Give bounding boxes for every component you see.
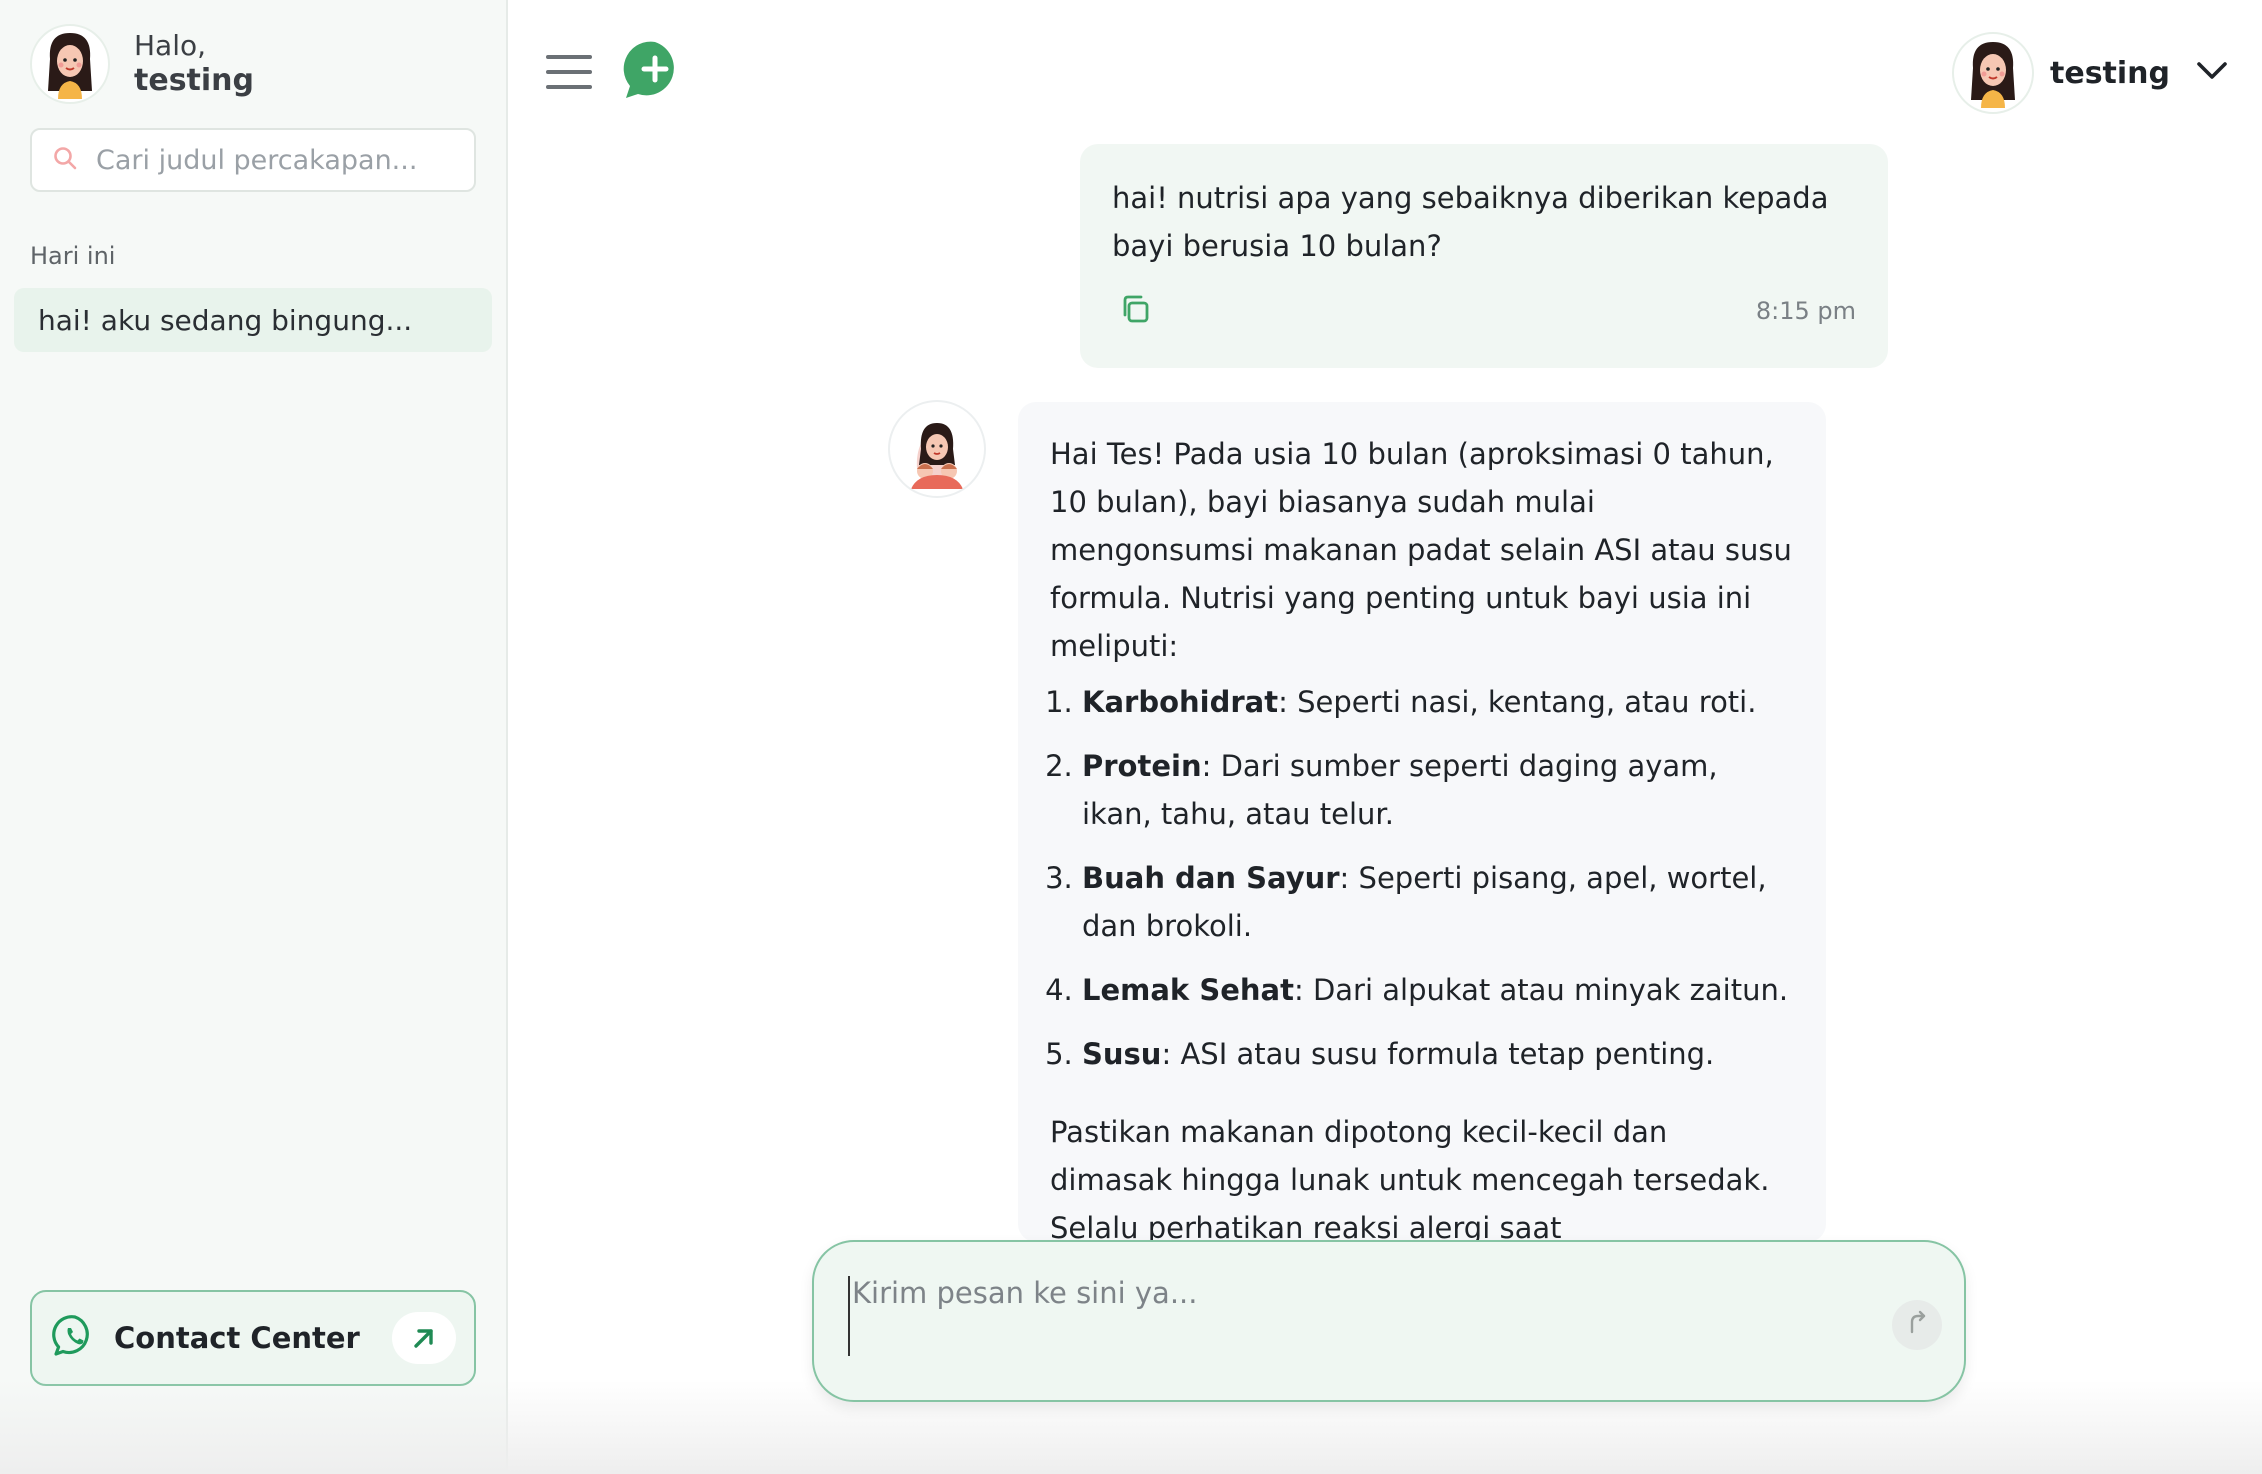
list-item-desc: : Seperti nasi, kentang, atau roti.: [1278, 685, 1757, 719]
chevron-down-icon[interactable]: [2196, 60, 2228, 86]
greeting-hello: Halo,: [134, 29, 207, 63]
message-input[interactable]: [848, 1276, 1848, 1356]
bot-message-intro: Hai Tes! Pada usia 10 bulan (aproksimasi…: [1050, 437, 1792, 663]
list-item: Lemak Sehat: Dari alpukat atau minyak za…: [1082, 966, 1794, 1014]
sidebar: Halo, testing Hari ini hai! aku sedang b…: [0, 0, 508, 1474]
list-item: Susu: ASI atau susu formula tetap pentin…: [1082, 1030, 1794, 1078]
list-item-desc: : ASI atau susu formula tetap penting.: [1161, 1037, 1715, 1071]
user-menu[interactable]: testing: [1952, 32, 2228, 114]
list-item-term: Lemak Sehat: [1082, 973, 1294, 1007]
user-greeting: Halo, testing: [30, 24, 254, 104]
bot-avatar: [888, 400, 986, 498]
list-item: Protein: Dari sumber seperti daging ayam…: [1082, 742, 1794, 838]
search-input[interactable]: [96, 144, 456, 176]
list-item-term: Karbohidrat: [1082, 685, 1279, 719]
send-button[interactable]: [1892, 1300, 1942, 1350]
copy-icon[interactable]: [1118, 292, 1152, 330]
bot-message-closing: Pastikan makanan dipotong kecil-kecil da…: [1050, 1115, 1770, 1242]
search-icon: [52, 145, 78, 175]
new-chat-plus-icon[interactable]: [622, 38, 686, 102]
section-label-today: Hari ini: [30, 242, 116, 270]
user-message-bubble: hai! nutrisi apa yang sebaiknya diberika…: [1080, 144, 1888, 368]
contact-center-label: Contact Center: [114, 1321, 360, 1355]
list-item: Karbohidrat: Seperti nasi, kentang, atau…: [1082, 678, 1794, 726]
list-item-term: Susu: [1082, 1037, 1162, 1071]
list-item: Buah dan Sayur: Seperti pisang, apel, wo…: [1082, 854, 1794, 950]
contact-center-button[interactable]: Contact Center: [30, 1290, 476, 1386]
avatar: [30, 24, 110, 104]
nutrition-list: Karbohidrat: Seperti nasi, kentang, atau…: [1050, 678, 1794, 1078]
conversation-item[interactable]: hai! aku sedang bingung...: [14, 288, 492, 352]
arrow-up-right-icon: [392, 1312, 456, 1364]
greeting-name: testing: [134, 62, 254, 98]
list-item-term: Buah dan Sayur: [1082, 861, 1340, 895]
list-item-desc: : Dari alpukat atau minyak zaitun.: [1293, 973, 1789, 1007]
hamburger-menu-icon[interactable]: [546, 52, 592, 92]
message-timestamp: 8:15 pm: [1755, 297, 1856, 325]
list-item-term: Protein: [1082, 749, 1202, 783]
bot-message-bubble: Hai Tes! Pada usia 10 bulan (aproksimasi…: [1018, 402, 1826, 1242]
user-name: testing: [2050, 55, 2170, 91]
whatsapp-icon: [52, 1313, 98, 1363]
send-icon: [1904, 1310, 1930, 1340]
message-composer: [812, 1240, 1966, 1402]
search-box[interactable]: [30, 128, 476, 192]
avatar: [1952, 32, 2034, 114]
user-message-text: hai! nutrisi apa yang sebaiknya diberika…: [1112, 181, 1829, 263]
